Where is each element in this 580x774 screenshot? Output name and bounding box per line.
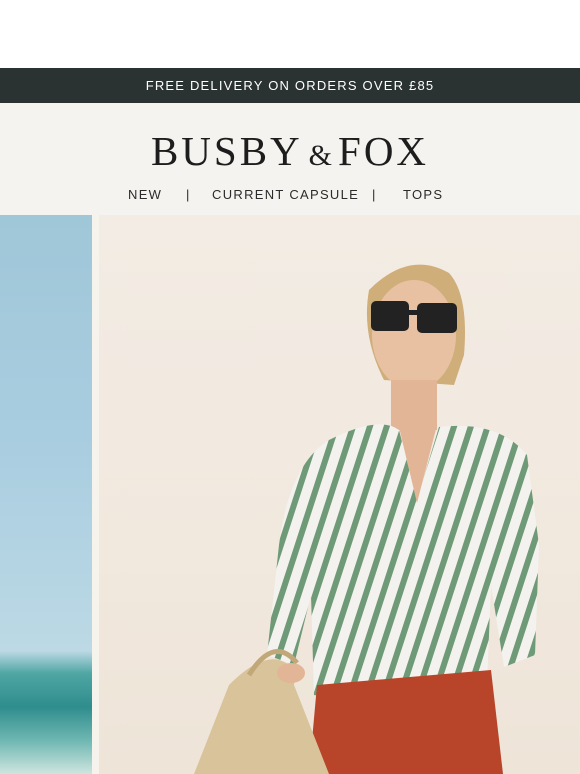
nav-separator: | [186, 187, 191, 202]
brand-logo[interactable]: BUSBY & FOX [0, 127, 580, 180]
nav-item-tops[interactable]: TOPS [403, 187, 443, 202]
main-nav: NEW | CURRENT CAPSULE | TOPS [0, 187, 580, 207]
nav-separator: | [372, 187, 377, 202]
logo-ampersand: & [308, 139, 333, 172]
nav-item-new[interactable]: NEW [128, 187, 162, 202]
image-gap [92, 215, 99, 774]
top-whitespace [0, 0, 580, 68]
nav-item-current-capsule[interactable]: CURRENT CAPSULE [212, 187, 359, 202]
site-header: BUSBY & FOX NEW | CURRENT CAPSULE | TOPS [0, 103, 580, 215]
beach-photo [0, 215, 92, 774]
logo-word-1: BUSBY [150, 128, 303, 174]
model-illustration [194, 264, 539, 774]
promo-banner[interactable]: FREE DELIVERY ON ORDERS OVER £85 [0, 68, 580, 103]
promo-text: FREE DELIVERY ON ORDERS OVER £85 [145, 78, 435, 93]
hero-banner[interactable] [0, 215, 580, 774]
logo-word-2: FOX [338, 128, 430, 174]
model-photo [99, 215, 580, 774]
